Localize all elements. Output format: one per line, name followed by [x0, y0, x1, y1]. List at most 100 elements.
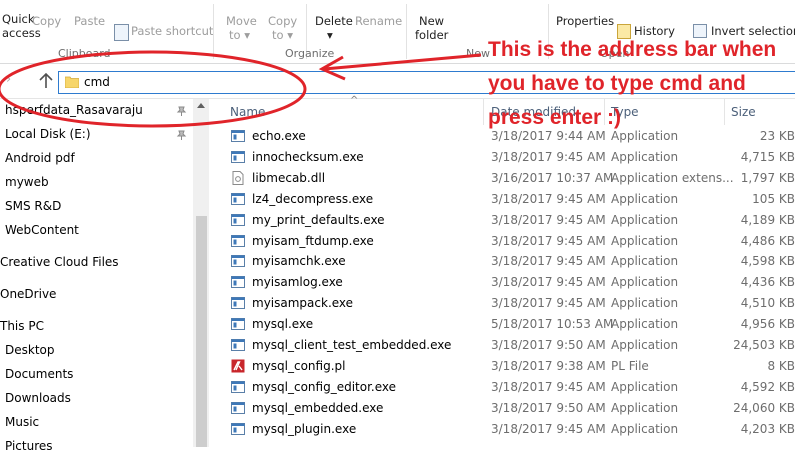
nav-item[interactable]: Creative Cloud Files: [0, 255, 119, 269]
file-size: 105 KB: [752, 191, 795, 206]
file-type: Application: [611, 233, 679, 248]
file-row[interactable]: echo.exe 3/18/2017 9:44 AM Application 23 K…: [212, 126, 795, 147]
application-icon: [231, 213, 245, 226]
pin-icon[interactable]: [176, 130, 187, 141]
column-header-size[interactable]: Size: [731, 105, 756, 119]
file-row[interactable]: myisamchk.exe 3/18/2017 9:45 AM Applicatio…: [212, 251, 795, 272]
file-date-modified: 3/18/2017 9:45 AM: [491, 149, 606, 164]
nav-item[interactable]: Desktop: [5, 343, 55, 357]
file-size: 4,510 KB: [740, 296, 795, 311]
column-divider[interactable]: [483, 99, 484, 125]
address-bar-text[interactable]: cmd: [84, 75, 110, 89]
delete-dropdown-icon[interactable]: ▾: [327, 28, 333, 42]
file-date-modified: 3/18/2017 9:45 AM: [491, 275, 606, 290]
copy-to-button[interactable]: Copy: [268, 14, 297, 28]
column-divider[interactable]: [724, 99, 725, 125]
paste-shortcut-icon: [114, 24, 129, 41]
history-button[interactable]: History: [634, 24, 675, 38]
nav-item[interactable]: Downloads: [5, 391, 71, 405]
nav-item[interactable]: hsperfdata_Rasavaraju: [5, 103, 143, 117]
application-icon: [231, 380, 245, 393]
nav-item[interactable]: Documents: [5, 367, 73, 381]
forward-arrow-icon[interactable]: ›: [6, 72, 11, 87]
file-name: libmecab.dll: [252, 170, 326, 185]
nav-item[interactable]: SMS R&D: [5, 199, 61, 213]
folder-icon: [65, 76, 79, 88]
file-size: 24,503 KB: [733, 338, 795, 352]
up-arrow-icon[interactable]: [38, 72, 54, 90]
file-row[interactable]: my_print_defaults.exe 3/18/2017 9:45 AM Ap…: [212, 210, 795, 231]
ribbon: Quick access Copy Paste Paste shortcut C…: [0, 0, 795, 64]
nav-item[interactable]: Music: [5, 415, 39, 429]
application-icon: [231, 339, 245, 351]
clipboard-group-label: Clipboard: [58, 47, 111, 60]
perl-file-icon: [231, 359, 245, 373]
new-folder-button[interactable]: New: [419, 14, 444, 28]
application-icon: [231, 276, 245, 289]
file-type: Application extens...: [611, 170, 734, 185]
column-header-type[interactable]: Type: [611, 105, 639, 119]
properties-button[interactable]: Properties: [556, 14, 614, 28]
file-name: mysql_client_test_embedded.exe: [252, 338, 452, 352]
file-row[interactable]: innochecksum.exe 3/18/2017 9:45 AM Applica…: [212, 147, 795, 168]
paste-shortcut-button[interactable]: Paste shortcut: [131, 24, 213, 38]
nav-item[interactable]: Pictures: [5, 439, 53, 453]
file-row[interactable]: mysql_plugin.exe 3/18/2017 9:45 AM Applica…: [212, 419, 795, 440]
column-divider[interactable]: [604, 99, 605, 125]
address-row: › cmd: [0, 64, 795, 99]
file-row[interactable]: mysql_embedded.exe 3/18/2017 9:50 AM Appli…: [212, 398, 795, 419]
file-type: Application: [611, 317, 679, 332]
address-bar[interactable]: cmd: [58, 71, 795, 94]
file-type: PL File: [611, 358, 649, 373]
nav-item[interactable]: WebContent: [5, 223, 79, 237]
scroll-up-arrow-icon[interactable]: [197, 103, 205, 108]
file-row[interactable]: mysql.exe 5/18/2017 10:53 AM Application 4,…: [212, 314, 795, 335]
file-type: Application: [611, 149, 679, 164]
file-type: Application: [611, 421, 679, 436]
file-date-modified: 3/18/2017 9:45 AM: [491, 296, 606, 311]
file-name: echo.exe: [252, 129, 306, 143]
file-list-header: ^ Name Date modified Type Size: [212, 95, 795, 125]
copy-to-label: to ▾: [272, 28, 293, 42]
file-date-modified: 3/18/2017 9:50 AM: [491, 338, 606, 352]
column-header-name[interactable]: Name: [230, 105, 265, 119]
file-date-modified: 3/18/2017 9:44 AM: [491, 129, 606, 143]
quick-access-button[interactable]: Quick: [2, 12, 35, 26]
file-size: 4,598 KB: [740, 254, 795, 269]
delete-button[interactable]: Delete: [315, 14, 353, 28]
file-date-modified: 3/18/2017 9:45 AM: [491, 254, 606, 269]
file-row[interactable]: myisampack.exe 3/18/2017 9:45 AM Applicati…: [212, 293, 795, 314]
ribbon-divider: [213, 4, 214, 59]
file-row[interactable]: mysql_config.pl 3/18/2017 9:38 AM PL File 8…: [212, 356, 795, 377]
nav-item[interactable]: Local Disk (E:): [5, 127, 91, 141]
paste-button[interactable]: Paste: [74, 14, 105, 28]
organize-group-label: Organize: [285, 47, 335, 60]
nav-item[interactable]: OneDrive: [0, 287, 56, 301]
file-type: Application: [611, 129, 679, 143]
move-to-label: to ▾: [229, 28, 250, 42]
file-name: mysql_config.pl: [252, 358, 346, 373]
copy-button[interactable]: Copy: [32, 14, 61, 28]
file-row[interactable]: mysql_config_editor.exe 3/18/2017 9:45 AM…: [212, 377, 795, 398]
nav-item[interactable]: myweb: [5, 175, 49, 189]
rename-button[interactable]: Rename: [355, 14, 402, 28]
application-icon: [231, 130, 245, 142]
column-header-date-modified[interactable]: Date modified: [491, 105, 576, 119]
navigation-scrollbar-thumb[interactable]: [196, 216, 207, 447]
file-row[interactable]: myisam_ftdump.exe 3/18/2017 9:45 AM Applic…: [212, 231, 795, 252]
file-row[interactable]: lz4_decompress.exe 3/18/2017 9:45 AM Appli…: [212, 189, 795, 210]
pin-icon[interactable]: [176, 106, 187, 117]
file-row[interactable]: myisamlog.exe 3/18/2017 9:45 AM Applicatio…: [212, 272, 795, 293]
application-icon: [231, 234, 245, 247]
file-list: ^ Name Date modified Type Size echo.exe 3…: [212, 95, 795, 447]
nav-item[interactable]: This PC: [0, 319, 44, 333]
file-row[interactable]: libmecab.dll 3/16/2017 10:37 AM Applicatio…: [212, 168, 795, 189]
file-row[interactable]: mysql_client_test_embedded.exe 3/18/2017 …: [212, 335, 795, 356]
invert-selection-button[interactable]: Invert selection: [711, 24, 795, 38]
move-to-button[interactable]: Move: [226, 14, 257, 28]
file-type: Application: [611, 275, 679, 290]
file-name: myisamchk.exe: [252, 254, 346, 269]
file-date-modified: 3/18/2017 9:45 AM: [491, 421, 606, 436]
nav-item[interactable]: Android pdf: [5, 151, 75, 165]
history-icon: [617, 24, 631, 39]
